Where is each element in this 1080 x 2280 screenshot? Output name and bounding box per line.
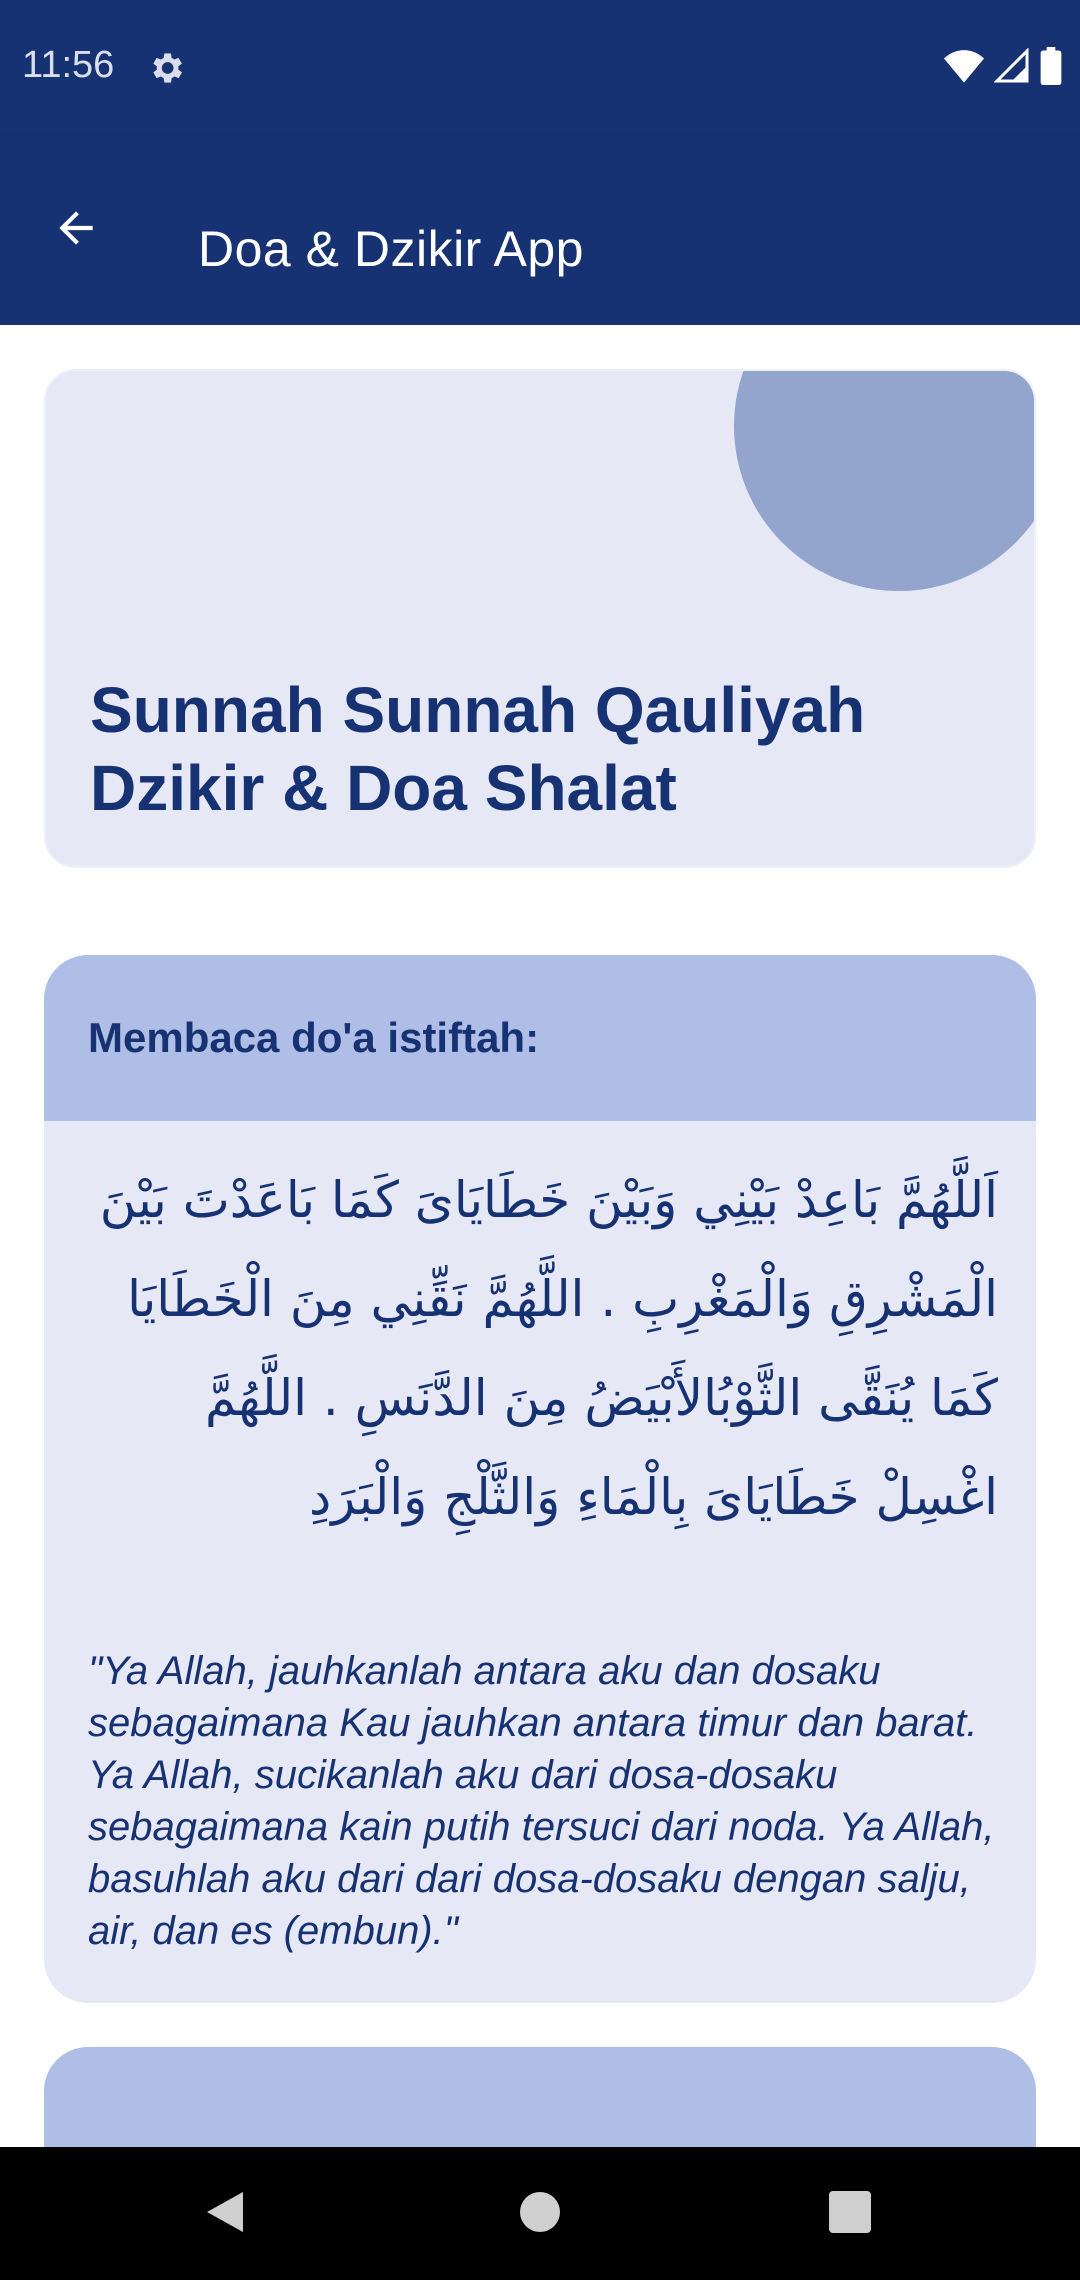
status-icons: [944, 46, 1062, 90]
page-title-line2: Dzikir & Doa Shalat: [90, 752, 677, 824]
arrow-left-icon: [51, 203, 101, 258]
settings-gear-icon: [146, 48, 186, 88]
page-title-line1: Sunnah Sunnah Qauliyah: [90, 674, 866, 746]
doa-card-header: Membaca do'a istiftah:: [44, 955, 1036, 1121]
doa-card: Membaca do'a istiftah: اَللَّهُمَّ بَاعِ…: [44, 955, 1036, 2003]
system-nav-bar: [0, 2147, 1080, 2280]
nav-home-button[interactable]: [507, 2181, 573, 2247]
battery-icon: [1040, 46, 1062, 90]
nav-back-button[interactable]: [192, 2181, 258, 2247]
recents-square-icon: [829, 2190, 871, 2238]
content-scroll[interactable]: Sunnah Sunnah Qauliyah Dzikir & Doa Shal…: [0, 325, 1080, 2147]
page-title: Sunnah Sunnah Qauliyah Dzikir & Doa Shal…: [90, 671, 990, 827]
signal-icon: [993, 46, 1030, 89]
nav-recents-button[interactable]: [817, 2181, 883, 2247]
app-title: Doa & Dzikir App: [198, 221, 584, 277]
wifi-icon: [944, 49, 984, 88]
doa-translation: "Ya Allah, jauhkanlah antara aku dan dos…: [88, 1649, 995, 1953]
decorative-circle: [734, 371, 1034, 591]
doa-arabic-text: اَللَّهُمَّ بَاعِدْ بَيْنِي وَبَيْنَ خَط…: [99, 1171, 998, 1526]
next-doa-card: [44, 2047, 1036, 2147]
status-bar: 11:56: [0, 0, 1080, 136]
app-bar: Doa & Dzikir App: [0, 136, 1080, 325]
doa-heading: Membaca do'a istiftah:: [88, 1014, 540, 1061]
back-button[interactable]: [40, 194, 112, 266]
back-triangle-icon: [203, 2188, 247, 2241]
status-time: 11:56: [22, 44, 115, 86]
header-card: Sunnah Sunnah Qauliyah Dzikir & Doa Shal…: [44, 369, 1036, 868]
home-circle-icon: [518, 2190, 562, 2239]
